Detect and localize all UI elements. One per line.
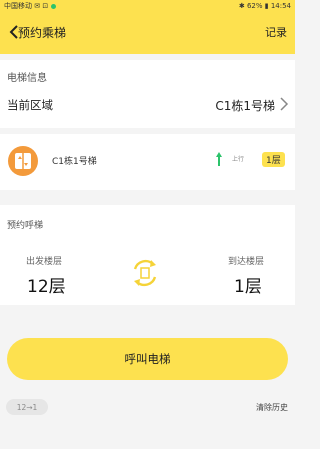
to-floor-value[interactable]: 1层 (234, 272, 262, 297)
swap-icon (133, 259, 157, 287)
elevator-name: C1栋1号梯 (52, 157, 97, 167)
status-right-text: ✱ 62% ▮ 14:54 (238, 2, 291, 10)
current-area-value: C1栋1号梯 (215, 98, 275, 113)
to-floor-label: 到达楼层 (228, 257, 265, 267)
status-left-text: 中国移动 ✉ ⊡ (4, 2, 49, 10)
current-area-row[interactable]: 当前区域 C1栋1号梯 (0, 90, 295, 120)
clear-history-button[interactable]: 清除历史 (256, 402, 288, 413)
status-right: ✱ 62% ▮ 14:54 (239, 2, 291, 10)
from-floor-label: 出发楼层 (26, 257, 63, 267)
direction-text: 上行 (232, 156, 245, 163)
navigation-bar: 预约乘梯 记录 (0, 12, 295, 54)
reservation-label: 预约呼梯 (7, 221, 44, 231)
page-title: 预约乘梯 (18, 26, 67, 40)
swap-floors-button[interactable] (128, 256, 162, 290)
status-bar: 中国移动 ✉ ⊡ ✱ 62% ▮ 14:54 (0, 0, 295, 12)
call-elevator-button[interactable]: 呼叫电梯 (7, 338, 288, 380)
elevator-icon (8, 146, 38, 176)
current-floor-badge: 1层 (262, 152, 285, 167)
notification-dot-icon (51, 3, 57, 9)
record-button[interactable]: 记录 (265, 24, 287, 40)
elevator-info-label: 电梯信息 (7, 73, 47, 84)
current-area-label: 当前区域 (7, 98, 53, 112)
history-chip[interactable]: 12→1 (6, 399, 48, 415)
elevator-status-card: C1栋1号梯 上行 1层 (0, 134, 295, 190)
from-floor-value[interactable]: 12层 (27, 272, 66, 297)
status-left: 中国移动 ✉ ⊡ (4, 1, 57, 11)
chevron-right-icon (280, 97, 289, 111)
